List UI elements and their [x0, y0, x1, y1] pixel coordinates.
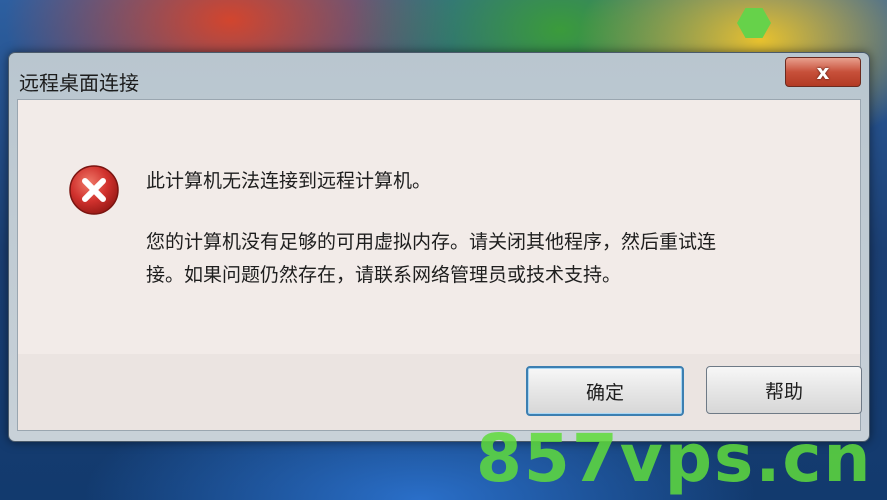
- error-detail-line-2: 接。如果问题仍然存在，请联系网络管理员或技术支持。: [146, 264, 622, 286]
- remote-desktop-error-dialog: 远程桌面连接 x 此计算机无法连接到远程计算机。 您的计算机没有足够的可用虚拟内…: [8, 52, 870, 442]
- dialog-title: 远程桌面连接: [19, 71, 139, 95]
- dialog-titlebar[interactable]: 远程桌面连接 x: [9, 53, 869, 97]
- dialog-content: 此计算机无法连接到远程计算机。 您的计算机没有足够的可用虚拟内存。请关闭其他程序…: [17, 99, 862, 431]
- error-icon: [69, 165, 119, 215]
- error-detail-line-1: 您的计算机没有足够的可用虚拟内存。请关闭其他程序，然后重试连: [146, 231, 717, 253]
- close-icon: x: [816, 60, 830, 84]
- help-button[interactable]: 帮助: [706, 366, 862, 414]
- error-main-message: 此计算机无法连接到远程计算机。: [146, 170, 432, 192]
- close-button[interactable]: x: [785, 57, 861, 87]
- error-detail-message: 您的计算机没有足够的可用虚拟内存。请关闭其他程序，然后重试连 接。如果问题仍然存…: [146, 226, 836, 292]
- ok-button[interactable]: 确定: [526, 366, 684, 416]
- site-watermark: 857vps.cn: [476, 420, 873, 497]
